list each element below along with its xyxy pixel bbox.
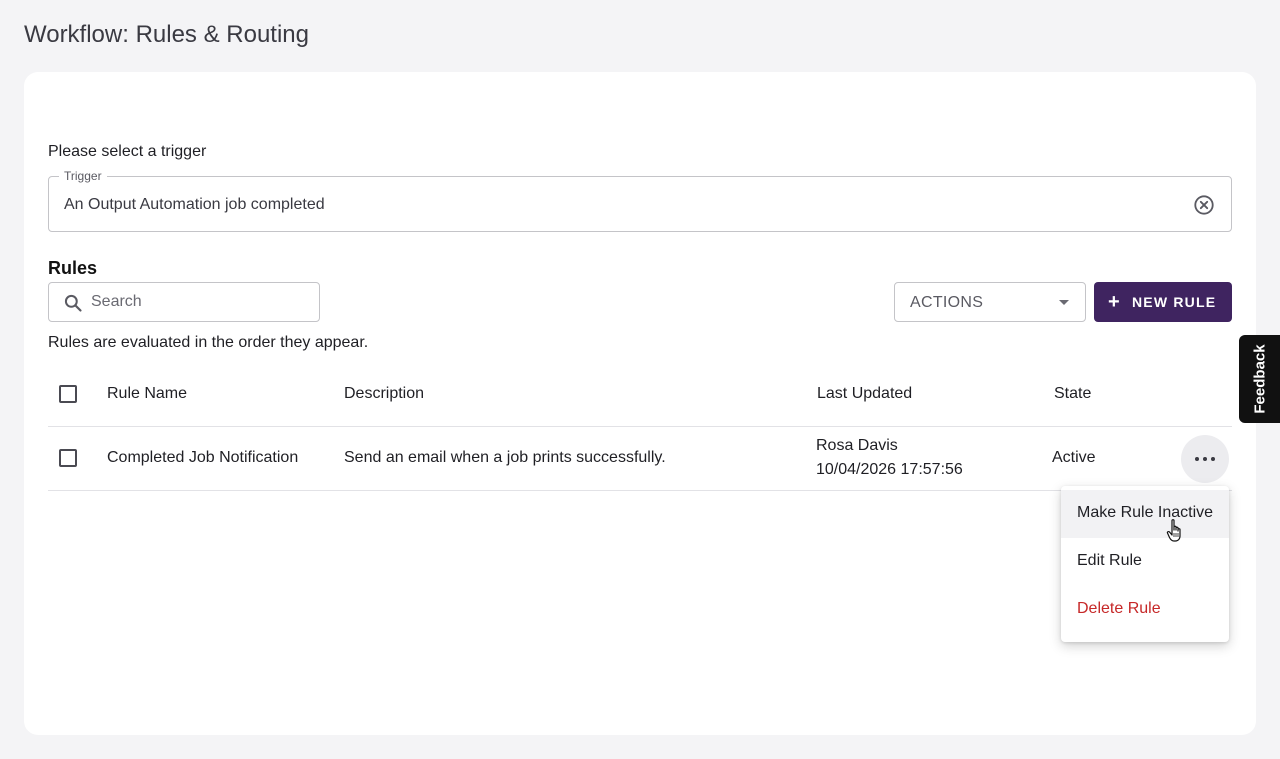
more-dot bbox=[1203, 457, 1207, 461]
menu-item-delete-rule[interactable]: Delete Rule bbox=[1061, 586, 1229, 634]
menu-item-label: Make Rule Inactive bbox=[1077, 504, 1214, 521]
row-more-options-button[interactable] bbox=[1181, 435, 1229, 483]
feedback-tab[interactable]: Feedback bbox=[1239, 335, 1280, 423]
select-all-checkbox[interactable] bbox=[59, 385, 77, 403]
order-note: Rules are evaluated in the order they ap… bbox=[48, 334, 369, 351]
trigger-value: An Output Automation job completed bbox=[64, 196, 325, 213]
trigger-select[interactable]: Trigger An Output Automation job complet… bbox=[48, 169, 1232, 232]
trigger-prompt: Please select a trigger bbox=[48, 143, 207, 160]
search-icon bbox=[64, 294, 82, 312]
rule-description-cell: Send an email when a job prints successf… bbox=[344, 449, 666, 466]
search-box bbox=[48, 282, 320, 322]
caret-down-icon bbox=[1059, 300, 1069, 305]
new-rule-button[interactable]: + NEW RULE bbox=[1094, 282, 1232, 322]
menu-item-label: Delete Rule bbox=[1077, 600, 1161, 617]
new-rule-label: NEW RULE bbox=[1132, 294, 1217, 310]
feedback-label: Feedback bbox=[1251, 344, 1268, 414]
hand-cursor-icon bbox=[1166, 519, 1181, 542]
page-title: Workflow: Rules & Routing bbox=[24, 21, 309, 48]
rule-state-cell: Active bbox=[1052, 449, 1096, 466]
more-dot bbox=[1211, 457, 1215, 461]
plus-icon: + bbox=[1108, 291, 1120, 313]
more-dot bbox=[1195, 457, 1199, 461]
header-divider bbox=[48, 426, 1232, 427]
menu-item-edit-rule[interactable]: Edit Rule bbox=[1061, 538, 1229, 586]
last-updated-by: Rosa Davis bbox=[816, 437, 898, 454]
menu-item-make-inactive[interactable]: Make Rule Inactive bbox=[1061, 490, 1229, 538]
column-header-last-updated[interactable]: Last Updated bbox=[817, 385, 912, 403]
actions-dropdown[interactable]: ACTIONS bbox=[894, 282, 1086, 322]
row-actions-menu: Make Rule Inactive Edit Rule Delete Rule bbox=[1061, 486, 1229, 642]
trigger-legend: Trigger bbox=[59, 169, 107, 183]
actions-label: ACTIONS bbox=[910, 294, 984, 311]
rule-name-cell: Completed Job Notification bbox=[107, 449, 299, 466]
row-divider bbox=[48, 490, 1232, 491]
rules-heading: Rules bbox=[48, 258, 98, 278]
last-updated-at: 10/04/2026 17:57:56 bbox=[816, 461, 963, 478]
row-checkbox[interactable] bbox=[59, 449, 77, 467]
column-header-rule-name[interactable]: Rule Name bbox=[107, 385, 187, 403]
column-header-state[interactable]: State bbox=[1054, 385, 1091, 403]
search-input[interactable] bbox=[91, 283, 311, 321]
clear-icon[interactable] bbox=[1193, 194, 1215, 216]
column-header-description[interactable]: Description bbox=[344, 385, 424, 403]
menu-item-label: Edit Rule bbox=[1077, 552, 1142, 569]
